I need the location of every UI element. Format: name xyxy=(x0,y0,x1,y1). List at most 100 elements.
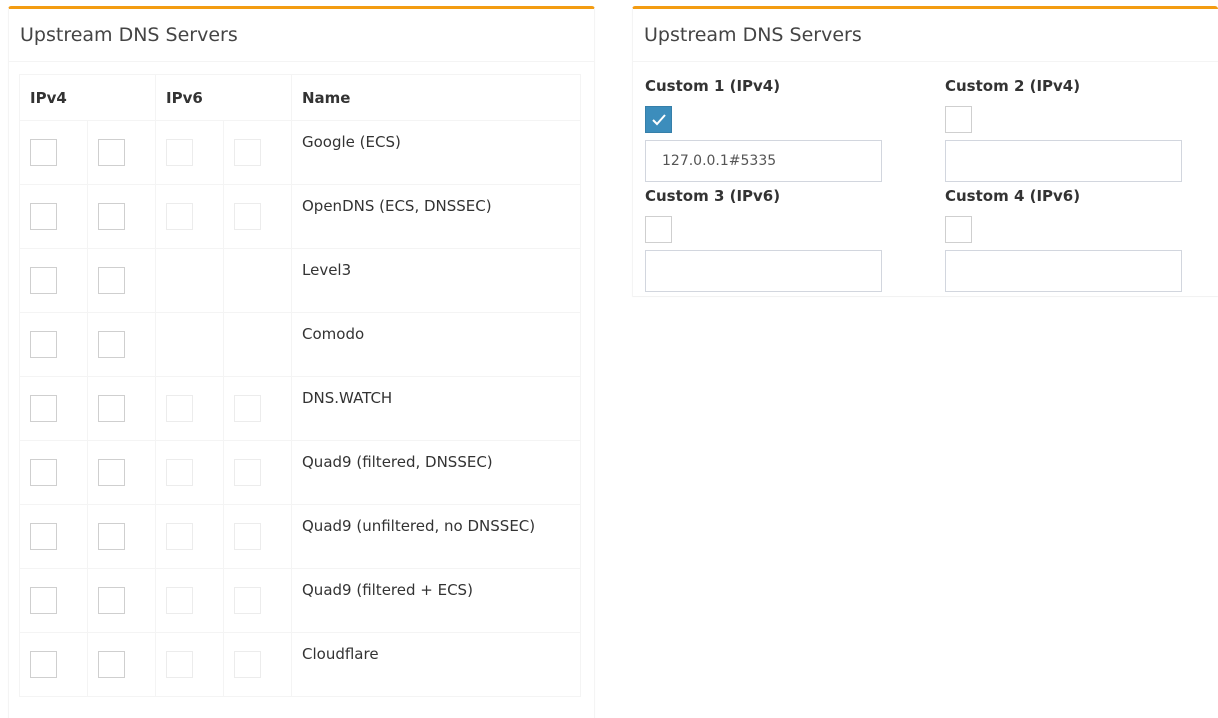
ipv6-secondary-checkbox[interactable] xyxy=(234,587,261,614)
table-row: Quad9 (filtered + ECS) xyxy=(19,568,581,633)
ipv4-secondary-checkbox[interactable] xyxy=(98,523,125,550)
name-header: Name xyxy=(291,74,581,121)
ipv6-primary-cell xyxy=(155,376,224,441)
ipv6-secondary-checkbox[interactable] xyxy=(234,523,261,550)
ipv4-primary-cell xyxy=(19,184,88,249)
ipv6-secondary-checkbox[interactable] xyxy=(234,139,261,166)
server-name: Quad9 (filtered + ECS) xyxy=(291,568,581,633)
table-row: Comodo xyxy=(19,312,581,377)
ipv6-secondary-checkbox[interactable] xyxy=(234,203,261,230)
ipv6-secondary-checkbox[interactable] xyxy=(234,459,261,486)
ipv6-secondary-cell xyxy=(223,568,292,633)
check-icon xyxy=(652,114,666,126)
custom-1-checkbox[interactable] xyxy=(645,106,672,133)
ipv6-primary-checkbox[interactable] xyxy=(166,459,193,486)
ipv6-secondary-checkbox[interactable] xyxy=(234,395,261,422)
ipv4-primary-checkbox[interactable] xyxy=(30,587,57,614)
ipv4-primary-cell xyxy=(19,568,88,633)
ipv6-secondary-cell xyxy=(223,248,292,313)
ipv4-secondary-cell xyxy=(87,632,156,697)
dns-servers-table: IPv4 IPv6 Name Google (ECS) OpenDNS (ECS,… xyxy=(19,74,581,697)
ipv6-secondary-cell xyxy=(223,312,292,377)
server-name: OpenDNS (ECS, DNSSEC) xyxy=(291,184,581,249)
ipv6-primary-checkbox[interactable] xyxy=(166,587,193,614)
ipv6-secondary-cell xyxy=(223,184,292,249)
panel-title: Upstream DNS Servers xyxy=(644,24,862,46)
server-name: Level3 xyxy=(291,248,581,313)
ipv6-primary-cell xyxy=(155,568,224,633)
ipv4-primary-checkbox[interactable] xyxy=(30,139,57,166)
custom-2-checkbox[interactable] xyxy=(945,106,972,133)
table-row: Google (ECS) xyxy=(19,120,581,185)
ipv6-secondary-checkbox[interactable] xyxy=(234,651,261,678)
ipv4-secondary-checkbox[interactable] xyxy=(98,651,125,678)
server-name: Quad9 (unfiltered, no DNSSEC) xyxy=(291,504,581,569)
custom-1-label: Custom 1 (IPv4) xyxy=(645,77,781,95)
table-header-row: IPv4 IPv6 Name xyxy=(19,74,581,121)
ipv6-primary-cell xyxy=(155,632,224,697)
ipv6-primary-cell xyxy=(155,312,224,377)
ipv4-primary-cell xyxy=(19,440,88,505)
ipv4-primary-cell xyxy=(19,376,88,441)
ipv4-secondary-checkbox[interactable] xyxy=(98,459,125,486)
ipv6-primary-checkbox[interactable] xyxy=(166,395,193,422)
ipv4-primary-checkbox[interactable] xyxy=(30,523,57,550)
ipv4-primary-checkbox[interactable] xyxy=(30,331,57,358)
custom-2-input[interactable] xyxy=(945,140,1182,182)
custom-1-group: Custom 1 (IPv4) xyxy=(645,75,885,182)
server-name: Comodo xyxy=(291,312,581,377)
ipv4-primary-checkbox[interactable] xyxy=(30,651,57,678)
table-row: OpenDNS (ECS, DNSSEC) xyxy=(19,184,581,249)
ipv4-primary-checkbox[interactable] xyxy=(30,267,57,294)
custom-3-group: Custom 3 (IPv6) xyxy=(645,185,885,292)
custom-2-group: Custom 2 (IPv4) xyxy=(945,75,1185,182)
ipv6-primary-cell xyxy=(155,440,224,505)
custom-3-checkbox[interactable] xyxy=(645,216,672,243)
custom-3-label: Custom 3 (IPv6) xyxy=(645,187,781,205)
server-name: DNS.WATCH xyxy=(291,376,581,441)
table-row: Level3 xyxy=(19,248,581,313)
ipv6-secondary-cell xyxy=(223,632,292,697)
ipv4-secondary-cell xyxy=(87,568,156,633)
custom-4-checkbox[interactable] xyxy=(945,216,972,243)
ipv6-primary-cell xyxy=(155,184,224,249)
table-row: DNS.WATCH xyxy=(19,376,581,441)
ipv6-primary-cell xyxy=(155,120,224,185)
ipv6-primary-checkbox[interactable] xyxy=(166,651,193,678)
ipv4-header: IPv4 xyxy=(19,74,156,121)
ipv6-primary-checkbox[interactable] xyxy=(166,203,193,230)
ipv6-secondary-cell xyxy=(223,376,292,441)
custom-1-input[interactable] xyxy=(645,140,882,182)
ipv4-secondary-checkbox[interactable] xyxy=(98,331,125,358)
ipv4-primary-cell xyxy=(19,312,88,377)
ipv4-primary-checkbox[interactable] xyxy=(30,459,57,486)
table-row: Cloudflare xyxy=(19,632,581,697)
ipv6-primary-cell xyxy=(155,504,224,569)
ipv4-secondary-cell xyxy=(87,120,156,185)
server-name: Quad9 (filtered, DNSSEC) xyxy=(291,440,581,505)
panel-header: Upstream DNS Servers xyxy=(9,9,594,62)
ipv6-secondary-cell xyxy=(223,120,292,185)
ipv4-secondary-checkbox[interactable] xyxy=(98,587,125,614)
ipv4-secondary-checkbox[interactable] xyxy=(98,139,125,166)
ipv6-secondary-cell xyxy=(223,504,292,569)
ipv4-primary-cell xyxy=(19,120,88,185)
ipv4-primary-checkbox[interactable] xyxy=(30,203,57,230)
ipv4-secondary-cell xyxy=(87,376,156,441)
panel-title: Upstream DNS Servers xyxy=(20,24,238,46)
ipv6-primary-checkbox[interactable] xyxy=(166,139,193,166)
ipv4-primary-cell xyxy=(19,248,88,313)
custom-2-label: Custom 2 (IPv4) xyxy=(945,77,1081,95)
ipv6-secondary-cell xyxy=(223,440,292,505)
custom-4-input[interactable] xyxy=(945,250,1182,292)
custom-3-input[interactable] xyxy=(645,250,882,292)
ipv4-primary-checkbox[interactable] xyxy=(30,395,57,422)
custom-4-label: Custom 4 (IPv6) xyxy=(945,187,1081,205)
table-row: Quad9 (filtered, DNSSEC) xyxy=(19,440,581,505)
ipv4-secondary-checkbox[interactable] xyxy=(98,267,125,294)
ipv4-secondary-checkbox[interactable] xyxy=(98,395,125,422)
ipv6-primary-checkbox[interactable] xyxy=(166,523,193,550)
ipv4-secondary-cell xyxy=(87,184,156,249)
table-row: Quad9 (unfiltered, no DNSSEC) xyxy=(19,504,581,569)
ipv4-secondary-checkbox[interactable] xyxy=(98,203,125,230)
